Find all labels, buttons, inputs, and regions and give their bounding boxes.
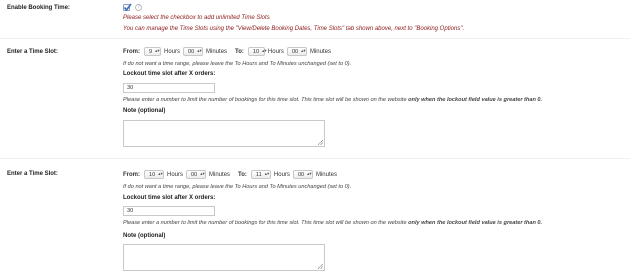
manage-slots-hint: You can manage the Time Slots using the … xyxy=(123,26,465,32)
from-minutes-select[interactable]: 00 ▴▾ xyxy=(183,47,204,56)
time-range-note: If do not want a time range, please leav… xyxy=(123,184,352,190)
note-textarea[interactable] xyxy=(123,120,325,147)
hours-label: Hours xyxy=(267,48,284,55)
stepper-arrows-icon: ▴▾ xyxy=(158,171,163,177)
hours-label: Hours xyxy=(164,48,181,55)
checkbox-hint: Please select the checkbox to add unlimi… xyxy=(123,15,270,21)
from-minutes-value: 00 xyxy=(191,171,198,178)
from-label: From: xyxy=(123,48,140,55)
stepper-arrows-icon: ▴▾ xyxy=(155,48,160,54)
lockout-note-text: Please enter a number to limit the numbe… xyxy=(123,97,409,103)
enable-booking-time-checkbox[interactable] xyxy=(123,3,132,12)
to-hours-value: 11 xyxy=(255,171,262,178)
stepper-arrows-icon: ▴▾ xyxy=(200,171,205,177)
hours-label: Hours xyxy=(273,171,290,178)
from-hours-select[interactable]: 9 ▴▾ xyxy=(144,47,161,56)
lockout-input[interactable]: 30 xyxy=(123,83,215,93)
resize-grip-icon[interactable] xyxy=(318,264,323,269)
lockout-label: Lockout time slot after X orders: xyxy=(123,71,216,77)
to-minutes-value: 00 xyxy=(291,48,299,55)
lockout-note-text: Please enter a number to limit the numbe… xyxy=(123,220,409,226)
minutes-label: Minutes xyxy=(209,171,231,178)
enable-booking-time-label: Enable Booking Time: xyxy=(7,5,70,11)
lockout-input[interactable]: 30 xyxy=(123,206,215,216)
hours-label: Hours xyxy=(167,171,184,178)
from-hours-value: 9 xyxy=(149,48,153,55)
checkmark-icon xyxy=(123,3,132,12)
from-minutes-value: 00 xyxy=(188,48,195,55)
to-label: To: xyxy=(238,171,247,178)
resize-grip-icon[interactable] xyxy=(318,140,323,145)
note-textarea[interactable] xyxy=(123,244,325,271)
minutes-label: Minutes xyxy=(206,48,228,55)
stepper-arrows-icon: ▴▾ xyxy=(262,48,267,54)
lockout-note-emphasis: only when the lockout field value is gre… xyxy=(408,220,543,226)
question-circle-icon[interactable]: ? xyxy=(135,4,142,11)
to-hours-select[interactable]: 10 ▴▾ xyxy=(247,47,267,56)
stepper-arrows-icon: ▴▾ xyxy=(264,171,270,177)
to-minutes-value: 00 xyxy=(297,171,305,178)
time-range-note: If do not want a time range, please leav… xyxy=(123,61,352,67)
to-minutes-select[interactable]: 00 ▴▾ xyxy=(292,170,313,179)
lockout-note-emphasis: only when the lockout field value is gre… xyxy=(408,97,543,103)
note-label: Note (optional) xyxy=(123,233,166,239)
stepper-arrows-icon: ▴▾ xyxy=(307,171,312,177)
from-hours-value: 10 xyxy=(149,171,156,178)
time-slot-label: Enter a Time Slot: xyxy=(7,49,58,55)
time-range-row: From: 9 ▴▾ Hours 00 ▴▾ Minutes To: 10 ▴▾ Ho… xyxy=(123,46,334,57)
minutes-label: Minutes xyxy=(309,48,331,55)
from-minutes-select[interactable]: 00 ▴▾ xyxy=(186,170,207,179)
from-label: From: xyxy=(123,171,140,178)
to-minutes-select[interactable]: 00 ▴▾ xyxy=(286,47,307,56)
time-range-row: From: 10 ▴▾ Hours 00 ▴▾ Minutes To: 11 ▴▾ H… xyxy=(123,169,340,180)
from-hours-select[interactable]: 10 ▴▾ xyxy=(144,170,164,179)
to-label: To: xyxy=(235,48,244,55)
to-hours-value: 10 xyxy=(252,48,260,55)
note-label: Note (optional) xyxy=(123,108,166,114)
lockout-note: Please enter a number to limit the numbe… xyxy=(123,97,542,103)
stepper-arrows-icon: ▴▾ xyxy=(301,48,306,54)
time-slot-label: Enter a Time Slot: xyxy=(7,171,58,177)
minutes-label: Minutes xyxy=(315,171,337,178)
stepper-arrows-icon: ▴▾ xyxy=(197,48,202,54)
lockout-note: Please enter a number to limit the numbe… xyxy=(123,220,542,226)
lockout-label: Lockout time slot after X orders: xyxy=(123,195,216,201)
to-hours-select[interactable]: 11 ▴▾ xyxy=(250,170,271,179)
